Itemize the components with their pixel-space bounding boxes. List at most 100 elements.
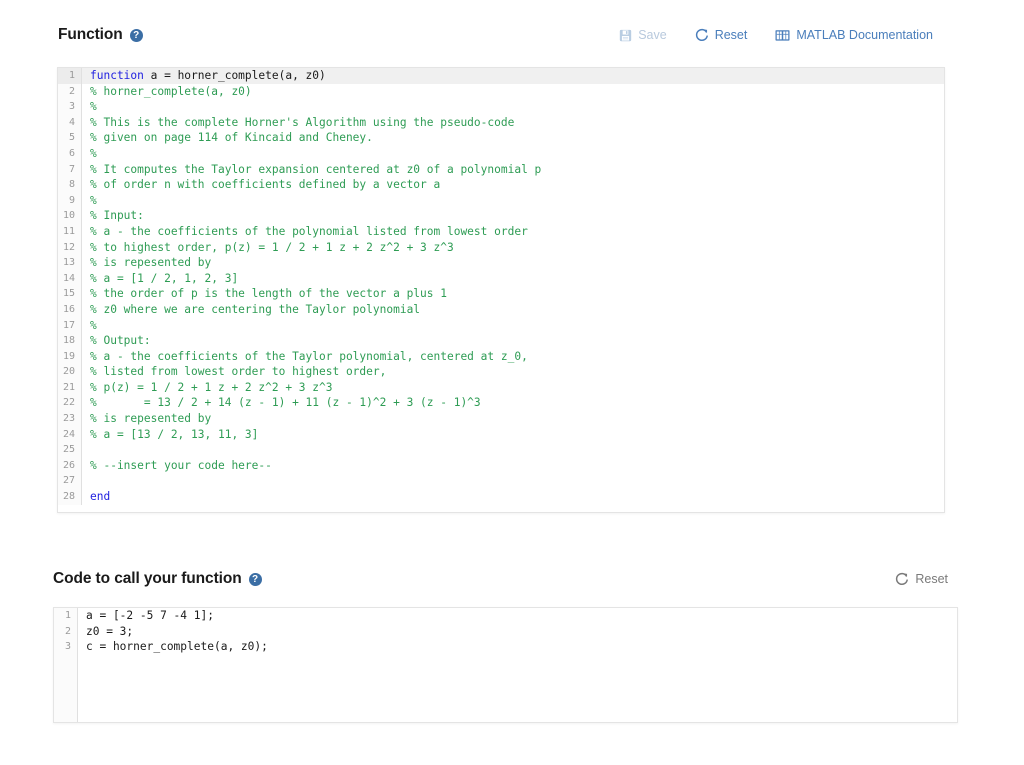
code-line-text[interactable]: % to highest order, p(z) = 1 / 2 + 1 z +… — [82, 240, 944, 256]
code-line-text[interactable]: % — [82, 318, 944, 334]
code-token: % horner_complete(a, z0) — [90, 84, 252, 98]
line-number: 1 — [54, 608, 78, 624]
code-token: % Input: — [90, 209, 144, 223]
function-code-lines[interactable]: 1 function a = horner_complete(a, z0) 2 % h… — [58, 68, 944, 505]
code-line-text[interactable]: % is repesented by — [82, 411, 944, 427]
call-code-toolbar: Reset — [895, 572, 948, 586]
code-line[interactable]: 12 % to highest order, p(z) = 1 / 2 + 1 z… — [58, 239, 944, 256]
code-line-text[interactable]: % is repesented by — [82, 255, 944, 271]
code-line[interactable]: 1 function a = horner_complete(a, z0) — [58, 68, 944, 84]
code-line-text[interactable]: % Output: — [82, 333, 944, 349]
code-line[interactable]: 27 — [58, 473, 944, 490]
code-token: % a - the coefficients of the polynomial… — [90, 224, 528, 238]
code-line-text[interactable]: % z0 where we are centering the Taylor p… — [82, 302, 944, 318]
code-line[interactable]: 21 % p(z) = 1 / 2 + 1 z + 2 z^2 + 3 z^3 — [58, 379, 944, 396]
reset-refresh-icon — [895, 572, 909, 586]
call-code-editor[interactable]: 1 a = [-2 -5 7 -4 1]; 2 z0 = 3; 3 c = horner_… — [53, 607, 958, 723]
code-line-text[interactable]: % --insert your code here-- — [82, 458, 944, 474]
code-line[interactable]: 13 % is repesented by — [58, 255, 944, 271]
code-line-text[interactable]: % p(z) = 1 / 2 + 1 z + 2 z^2 + 3 z^3 — [82, 380, 944, 396]
code-line-text[interactable]: % of order n with coefficients defined b… — [82, 177, 944, 193]
code-line-text[interactable]: % = 13 / 2 + 14 (z - 1) + 11 (z - 1)^2 +… — [82, 395, 944, 411]
line-number: 2 — [58, 83, 82, 100]
code-line[interactable]: 4 % This is the complete Horner's Algorit… — [58, 114, 944, 131]
code-line[interactable]: 2 % horner_complete(a, z0) — [58, 83, 944, 100]
line-number: 1 — [58, 68, 82, 84]
code-token: z0 = 3; — [86, 624, 134, 638]
line-number: 2 — [54, 623, 78, 640]
call-code-lines[interactable]: 1 a = [-2 -5 7 -4 1]; 2 z0 = 3; 3 c = horner_… — [54, 608, 957, 655]
code-line-text[interactable]: % It computes the Taylor expansion cente… — [82, 162, 944, 178]
book-icon — [775, 29, 790, 42]
code-token: a = [-2 -5 7 -4 1]; — [86, 609, 214, 622]
help-circle-icon[interactable]: ? — [129, 28, 143, 42]
line-number: 21 — [58, 379, 82, 396]
code-token: % It computes the Taylor expansion cente… — [90, 162, 542, 176]
code-token: % listed from lowest order to highest or… — [90, 365, 387, 379]
code-line-text[interactable] — [82, 442, 944, 458]
function-code-editor[interactable]: 1 function a = horner_complete(a, z0) 2 % h… — [57, 67, 945, 513]
code-line[interactable]: 24 % a = [13 / 2, 13, 11, 3] — [58, 426, 944, 443]
code-line-text[interactable]: % Input: — [82, 208, 944, 224]
code-line[interactable]: 3 c = horner_complete(a, z0); — [54, 639, 957, 655]
code-line[interactable]: 8 % of order n with coefficients defined … — [58, 177, 944, 193]
code-token: a = horner_complete(a, z0) — [143, 69, 326, 82]
help-circle-icon[interactable]: ? — [248, 572, 262, 586]
code-line[interactable]: 19 % a - the coefficients of the Taylor p… — [58, 348, 944, 365]
reset-button[interactable]: Reset — [695, 27, 748, 42]
code-line[interactable]: 14 % a = [1 / 2, 1, 2, 3] — [58, 270, 944, 287]
code-line[interactable]: 7 % It computes the Taylor expansion cent… — [58, 161, 944, 178]
code-line-text[interactable]: z0 = 3; — [78, 624, 957, 640]
code-line[interactable]: 20 % listed from lowest order to highest … — [58, 364, 944, 380]
code-line[interactable]: 17% — [58, 317, 944, 334]
code-line[interactable]: 11 % a - the coefficients of the polynomi… — [58, 223, 944, 240]
code-line-text[interactable]: % horner_complete(a, z0) — [82, 84, 944, 100]
matlab-documentation-button[interactable]: MATLAB Documentation — [775, 29, 933, 42]
code-token: % is repesented by — [90, 256, 212, 270]
code-line-text[interactable]: % the order of p is the length of the ve… — [82, 286, 944, 302]
code-line[interactable]: 9% — [58, 192, 944, 209]
code-line[interactable]: 23 % is repesented by — [58, 411, 944, 427]
call-code-title-group: Code to call your function ? — [53, 571, 262, 587]
code-line-text[interactable]: a = [-2 -5 7 -4 1]; — [78, 608, 957, 624]
line-number: 17 — [58, 317, 82, 334]
code-line-text[interactable]: function a = horner_complete(a, z0) — [82, 68, 944, 84]
line-number: 27 — [58, 473, 82, 490]
code-line[interactable]: 6% — [58, 145, 944, 162]
code-line[interactable]: 18 % Output: — [58, 333, 944, 349]
code-line[interactable]: 2 z0 = 3; — [54, 623, 957, 640]
line-number: 9 — [58, 192, 82, 209]
code-line[interactable]: 5 % given on page 114 of Kincaid and Chen… — [58, 130, 944, 146]
code-line[interactable]: 10 % Input: — [58, 208, 944, 224]
code-line-text[interactable]: c = horner_complete(a, z0); — [78, 639, 957, 655]
code-line-text[interactable]: % listed from lowest order to highest or… — [82, 364, 944, 380]
code-line[interactable]: 1 a = [-2 -5 7 -4 1]; — [54, 608, 957, 624]
call-code-title: Code to call your function — [53, 570, 242, 588]
code-line[interactable]: 28 end — [58, 489, 944, 505]
code-line-text[interactable]: % — [82, 146, 944, 162]
code-line[interactable]: 26 % --insert your code here-- — [58, 457, 944, 474]
code-line-text[interactable]: % a = [1 / 2, 1, 2, 3] — [82, 271, 944, 287]
code-line-text[interactable]: % — [82, 99, 944, 115]
code-line-text[interactable] — [82, 473, 944, 489]
reset-call-code-button[interactable]: Reset — [895, 572, 948, 586]
code-line[interactable]: 3% — [58, 99, 944, 115]
line-number: 8 — [58, 177, 82, 193]
save-label: Save — [638, 27, 667, 42]
code-line[interactable]: 16 % z0 where we are centering the Taylor… — [58, 301, 944, 318]
code-line-text[interactable]: % This is the complete Horner's Algorith… — [82, 115, 944, 131]
save-button[interactable]: Save — [619, 29, 667, 42]
reset-label: Reset — [714, 27, 748, 42]
code-line[interactable]: 25 — [58, 442, 944, 458]
line-number: 3 — [58, 99, 82, 115]
code-line-text[interactable]: % a - the coefficients of the polynomial… — [82, 224, 944, 240]
code-line-text[interactable]: % a - the coefficients of the Taylor pol… — [82, 349, 944, 365]
code-line-text[interactable]: % — [82, 193, 944, 209]
code-line[interactable]: 22 % = 13 / 2 + 14 (z - 1) + 11 (z - 1)^2… — [58, 395, 944, 412]
code-line[interactable]: 15 % the order of p is the length of the … — [58, 286, 944, 302]
line-number: 5 — [58, 130, 82, 146]
line-number: 15 — [58, 286, 82, 302]
code-line-text[interactable]: % given on page 114 of Kincaid and Chene… — [82, 130, 944, 146]
code-line-text[interactable]: end — [82, 489, 944, 505]
code-line-text[interactable]: % a = [13 / 2, 13, 11, 3] — [82, 427, 944, 443]
